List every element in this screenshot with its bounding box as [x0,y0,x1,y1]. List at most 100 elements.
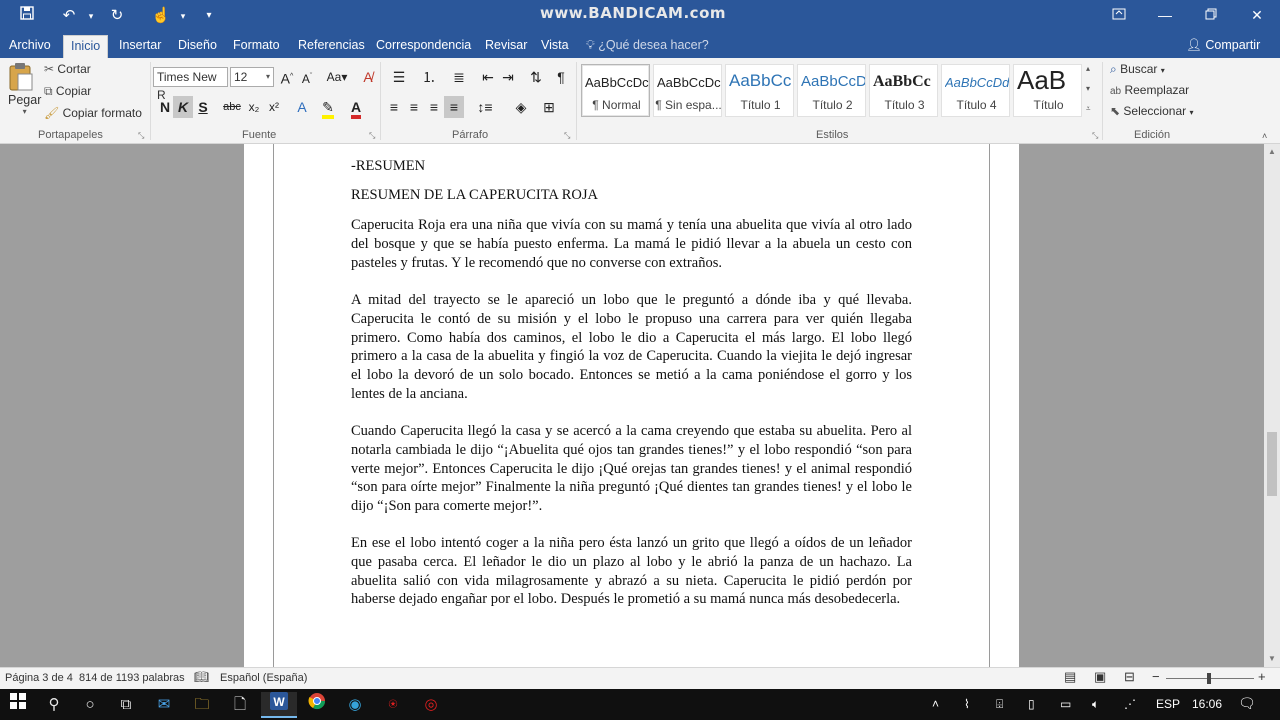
clear-format-icon[interactable]: A̸ [358,66,378,88]
underline-button[interactable]: S [193,96,213,118]
touch-dropdown-icon[interactable]: ▾ [172,6,194,26]
increase-indent-icon[interactable]: ⇥ [498,66,518,88]
undo-icon[interactable]: ↶ [58,6,80,26]
notifications-icon[interactable]: 🗨︎ [1238,695,1256,712]
paragraph-launcher-icon[interactable]: ⤡ [564,131,570,141]
proofing-icon[interactable]: 📖︎ [194,670,209,684]
tab-revisar[interactable]: Revisar [478,35,534,58]
select-button[interactable]: ⬉ Seleccionar ▾ [1110,104,1193,118]
chrome-icon[interactable] [299,692,335,718]
bandicam-icon[interactable]: ◎ [413,692,449,718]
save-icon[interactable] [16,6,38,26]
tab-referencias[interactable]: Referencias [291,35,372,58]
show-marks-icon[interactable]: ¶ [551,66,571,88]
ribbon-display-icon[interactable] [1096,0,1142,32]
page-count[interactable]: Página 3 de 4 [5,672,73,684]
subscript-button[interactable]: x₂ [244,96,264,118]
document-icon[interactable]: 🗋︎ [222,692,258,718]
input-language[interactable]: ESP [1156,697,1180,711]
line-spacing-icon[interactable]: ↕≡ [472,96,498,118]
acrobat-icon[interactable]: ⍟ [375,692,411,718]
copy-button[interactable]: ⧉ Copiar [44,84,91,99]
bold-button[interactable]: N [155,96,175,118]
clipboard-launcher-icon[interactable]: ⤡ [138,131,144,141]
share-button[interactable]: 👤︎ Compartir [1186,35,1260,58]
task-view-icon[interactable]: ⧉ [108,692,144,718]
style-heading-2[interactable]: AaBbCcD Título 2 [797,64,866,117]
scroll-thumb[interactable] [1267,432,1277,496]
scroll-up-icon[interactable]: ▲ [1264,144,1280,160]
vertical-scrollbar[interactable]: ▲ ▼ [1264,144,1280,667]
replace-button[interactable]: ab Reemplazar [1110,83,1189,97]
read-mode-icon[interactable]: ▤ [1064,669,1076,685]
shading-icon[interactable]: ◈ [508,96,534,118]
zoom-slider-thumb[interactable] [1207,673,1211,684]
font-size-field[interactable]: 12 ▾ [230,67,274,87]
collapse-ribbon-icon[interactable]: ˄ [1262,131,1267,141]
styles-scroll-up-icon[interactable]: ▴ [1086,64,1090,73]
tab-inicio[interactable]: Inicio [63,35,109,58]
restore-icon[interactable] [1188,0,1234,32]
paste-button[interactable]: Pegar ▾ [8,62,41,116]
multilevel-list-icon[interactable]: ≣ [446,66,472,88]
font-size-dropdown-icon[interactable]: ▾ [266,68,270,86]
edge-icon[interactable]: ◉ [337,692,373,718]
font-name-field[interactable]: Times New R [153,67,228,102]
styles-more-icon[interactable]: ⩡ [1086,104,1091,114]
style-normal[interactable]: AaBbCcDc ¶ Normal [581,64,650,117]
tab-vista[interactable]: Vista [534,35,576,58]
mail-icon[interactable]: ✉ [146,692,182,718]
wifi-icon[interactable]: ⋰ [1124,697,1136,711]
font-launcher-icon[interactable]: ⤡ [369,131,375,141]
numbering-icon[interactable]: ⒈ [416,66,442,88]
style-title[interactable]: AaB Título [1013,64,1082,117]
style-heading-3[interactable]: AaBbCc Título 3 [869,64,938,117]
tell-me-search[interactable]: 💡︎ ¿Qué desea hacer? [586,35,709,58]
style-heading-4[interactable]: AaBbCcDd Título 4 [941,64,1010,117]
style-heading-1[interactable]: AaBbCc Título 1 [725,64,794,117]
italic-button[interactable]: K [173,96,193,118]
word-taskbar-icon[interactable]: W [261,692,297,718]
zoom-out-icon[interactable]: − [1152,669,1160,684]
volume-icon[interactable]: 🔈︎ [1092,697,1099,712]
tab-correspondencia[interactable]: Correspondencia [369,35,478,58]
battery-icon[interactable]: ▭ [1060,697,1071,711]
grow-font-icon[interactable]: A^ [277,66,297,88]
search-icon[interactable]: ⚲ [36,692,72,718]
language-indicator[interactable]: Español (España) [220,672,307,684]
tab-insertar[interactable]: Insertar [112,35,168,58]
highlight-icon[interactable]: ✎ [318,96,338,119]
network-icon[interactable]: ⌇ [964,697,970,711]
zoom-in-icon[interactable]: + [1258,669,1266,684]
windows-start-icon[interactable] [0,692,36,718]
close-icon[interactable]: ✕ [1234,0,1280,32]
borders-icon[interactable]: ⊞ [536,96,562,118]
decrease-indent-icon[interactable]: ⇤ [478,66,498,88]
cortana-icon[interactable]: ○ [72,692,108,718]
text-effects-icon[interactable]: A [292,96,312,118]
web-layout-icon[interactable]: ⊟ [1124,669,1135,685]
show-hidden-icons-icon[interactable]: ˄ [932,697,939,711]
redo-icon[interactable]: ↻ [106,6,128,26]
print-layout-icon[interactable]: ▣ [1094,669,1106,685]
tab-diseno[interactable]: Diseño [171,35,224,58]
touch-mode-icon[interactable]: ☝ [150,6,172,26]
shrink-font-icon[interactable]: Aˇ [297,66,317,88]
pen-icon[interactable]: ▯ [1028,697,1035,711]
cut-button[interactable]: ✂ Cortar [44,62,91,76]
align-right-icon[interactable]: ≡ [424,96,444,118]
sort-icon[interactable]: ⇅ [526,66,546,88]
scroll-down-icon[interactable]: ▼ [1264,651,1280,667]
find-button[interactable]: ⌕ Buscar ▾ [1110,62,1165,77]
clock[interactable]: 16:06 [1192,697,1222,711]
undo-dropdown-icon[interactable]: ▾ [80,6,102,26]
change-case-icon[interactable]: Aa▾ [324,66,350,88]
styles-launcher-icon[interactable]: ⤡ [1092,131,1098,141]
document-page[interactable]: -RESUMEN RESUMEN DE LA CAPERUCITA ROJA C… [244,144,1019,667]
meet-now-icon[interactable]: ⌹ [996,697,1003,712]
superscript-button[interactable]: x² [264,96,284,118]
minimize-icon[interactable]: — [1142,0,1188,32]
align-center-icon[interactable]: ≡ [404,96,424,118]
paste-dropdown-icon[interactable]: ▾ [8,107,41,116]
format-painter-button[interactable]: 🖌︎ Copiar formato [44,106,142,120]
